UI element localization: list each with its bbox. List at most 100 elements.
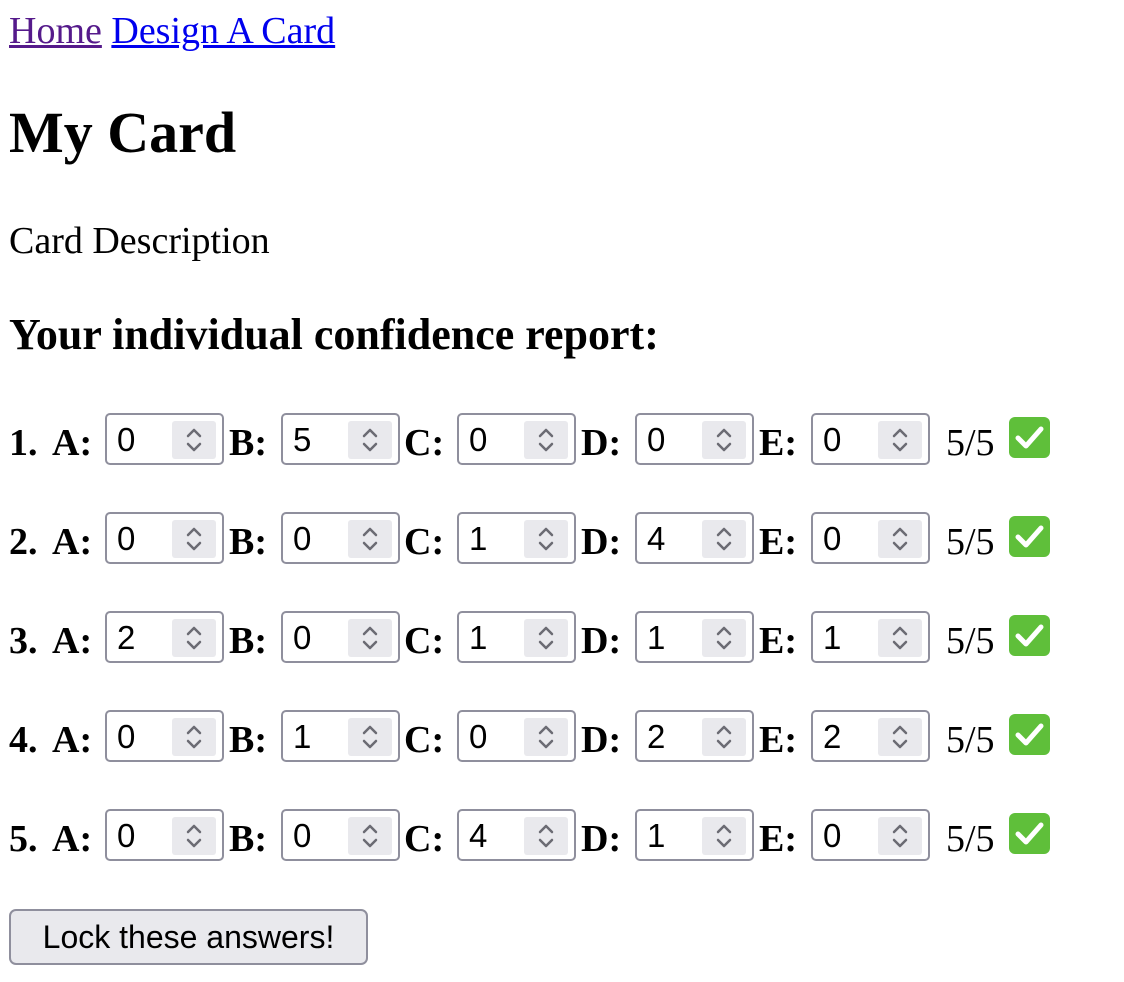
spinner-arrows-icon[interactable] bbox=[878, 421, 922, 459]
spinner-arrows-icon[interactable] bbox=[348, 520, 392, 558]
confidence-input-c[interactable]: 1 bbox=[457, 512, 576, 564]
confidence-value: 1 bbox=[647, 817, 666, 854]
option-label-c: C: bbox=[404, 620, 445, 662]
confidence-input-e[interactable]: 1 bbox=[811, 611, 930, 663]
confidence-input-e[interactable]: 2 bbox=[811, 710, 930, 762]
confidence-value: 0 bbox=[647, 421, 666, 458]
confidence-input-b[interactable]: 1 bbox=[281, 710, 400, 762]
option-label-c: C: bbox=[404, 521, 445, 563]
report-heading: Your individual confidence report: bbox=[9, 310, 659, 359]
spinner-arrows-icon[interactable] bbox=[702, 421, 746, 459]
row-number: 3. bbox=[9, 620, 38, 662]
spinner-arrows-icon[interactable] bbox=[348, 421, 392, 459]
lock-answers-button[interactable]: Lock these answers! bbox=[9, 909, 368, 965]
spinner-arrows-icon[interactable] bbox=[348, 718, 392, 756]
option-label-c: C: bbox=[404, 719, 445, 761]
confidence-value: 0 bbox=[117, 421, 136, 458]
confidence-value: 1 bbox=[293, 718, 312, 755]
confidence-value: 2 bbox=[117, 619, 136, 656]
spinner-arrows-icon[interactable] bbox=[524, 421, 568, 459]
home-link[interactable]: Home bbox=[9, 10, 102, 52]
confidence-input-b[interactable]: 0 bbox=[281, 611, 400, 663]
spinner-arrows-icon[interactable] bbox=[524, 619, 568, 657]
spinner-arrows-icon[interactable] bbox=[878, 619, 922, 657]
confidence-input-a[interactable]: 0 bbox=[105, 413, 224, 465]
spinner-arrows-icon[interactable] bbox=[348, 817, 392, 855]
card-description: Card Description bbox=[9, 220, 270, 262]
confidence-input-d[interactable]: 1 bbox=[635, 809, 754, 861]
spinner-arrows-icon[interactable] bbox=[172, 619, 216, 657]
check-mark-icon bbox=[1009, 615, 1050, 656]
row-score: 5/5 bbox=[946, 719, 995, 761]
confidence-input-a[interactable]: 0 bbox=[105, 512, 224, 564]
confidence-input-a[interactable]: 0 bbox=[105, 710, 224, 762]
option-label-e: E: bbox=[759, 818, 797, 860]
option-label-a: A: bbox=[52, 719, 93, 761]
option-label-e: E: bbox=[759, 719, 797, 761]
check-mark-icon bbox=[1009, 714, 1050, 755]
confidence-input-b[interactable]: 0 bbox=[281, 512, 400, 564]
spinner-arrows-icon[interactable] bbox=[172, 817, 216, 855]
confidence-input-d[interactable]: 4 bbox=[635, 512, 754, 564]
option-label-d: D: bbox=[581, 818, 622, 860]
option-label-b: B: bbox=[229, 620, 267, 662]
spinner-arrows-icon[interactable] bbox=[172, 520, 216, 558]
option-label-c: C: bbox=[404, 422, 445, 464]
spinner-arrows-icon[interactable] bbox=[878, 817, 922, 855]
option-label-b: B: bbox=[229, 521, 267, 563]
report-row: 5. A: 0 B: 0 C: 4 D: 1 E: 0 5/5 bbox=[9, 809, 1109, 865]
confidence-input-e[interactable]: 0 bbox=[811, 512, 930, 564]
spinner-arrows-icon[interactable] bbox=[172, 718, 216, 756]
spinner-arrows-icon[interactable] bbox=[524, 817, 568, 855]
confidence-input-d[interactable]: 2 bbox=[635, 710, 754, 762]
nav-links: Home Design A Card bbox=[9, 8, 335, 54]
option-label-a: A: bbox=[52, 818, 93, 860]
design-a-card-link[interactable]: Design A Card bbox=[111, 10, 335, 52]
option-label-b: B: bbox=[229, 422, 267, 464]
spinner-arrows-icon[interactable] bbox=[524, 718, 568, 756]
option-label-e: E: bbox=[759, 620, 797, 662]
confidence-value: 0 bbox=[823, 520, 842, 557]
spinner-arrows-icon[interactable] bbox=[702, 718, 746, 756]
option-label-d: D: bbox=[581, 719, 622, 761]
confidence-input-e[interactable]: 0 bbox=[811, 413, 930, 465]
confidence-value: 5 bbox=[293, 421, 312, 458]
check-mark-icon bbox=[1009, 516, 1050, 557]
row-number: 5. bbox=[9, 818, 38, 860]
option-label-d: D: bbox=[581, 422, 622, 464]
report-row: 1. A: 0 B: 5 C: 0 D: 0 E: 0 5/5 bbox=[9, 413, 1109, 469]
confidence-value: 0 bbox=[117, 817, 136, 854]
confidence-input-d[interactable]: 0 bbox=[635, 413, 754, 465]
confidence-input-a[interactable]: 0 bbox=[105, 809, 224, 861]
option-label-a: A: bbox=[52, 422, 93, 464]
option-label-b: B: bbox=[229, 818, 267, 860]
confidence-input-b[interactable]: 0 bbox=[281, 809, 400, 861]
confidence-input-d[interactable]: 1 bbox=[635, 611, 754, 663]
option-label-a: A: bbox=[52, 620, 93, 662]
row-number: 1. bbox=[9, 422, 38, 464]
option-label-d: D: bbox=[581, 620, 622, 662]
spinner-arrows-icon[interactable] bbox=[878, 520, 922, 558]
confidence-input-a[interactable]: 2 bbox=[105, 611, 224, 663]
confidence-input-b[interactable]: 5 bbox=[281, 413, 400, 465]
report-row: 3. A: 2 B: 0 C: 1 D: 1 E: 1 5/5 bbox=[9, 611, 1109, 667]
confidence-input-c[interactable]: 1 bbox=[457, 611, 576, 663]
spinner-arrows-icon[interactable] bbox=[702, 520, 746, 558]
spinner-arrows-icon[interactable] bbox=[702, 817, 746, 855]
spinner-arrows-icon[interactable] bbox=[348, 619, 392, 657]
confidence-value: 2 bbox=[823, 718, 842, 755]
spinner-arrows-icon[interactable] bbox=[524, 520, 568, 558]
spinner-arrows-icon[interactable] bbox=[878, 718, 922, 756]
confidence-input-c[interactable]: 4 bbox=[457, 809, 576, 861]
confidence-value: 1 bbox=[823, 619, 842, 656]
confidence-input-c[interactable]: 0 bbox=[457, 413, 576, 465]
spinner-arrows-icon[interactable] bbox=[172, 421, 216, 459]
confidence-value: 4 bbox=[469, 817, 488, 854]
spinner-arrows-icon[interactable] bbox=[702, 619, 746, 657]
row-number: 2. bbox=[9, 521, 38, 563]
confidence-value: 0 bbox=[293, 619, 312, 656]
confidence-value: 0 bbox=[469, 421, 488, 458]
confidence-input-e[interactable]: 0 bbox=[811, 809, 930, 861]
confidence-value: 0 bbox=[117, 520, 136, 557]
confidence-input-c[interactable]: 0 bbox=[457, 710, 576, 762]
